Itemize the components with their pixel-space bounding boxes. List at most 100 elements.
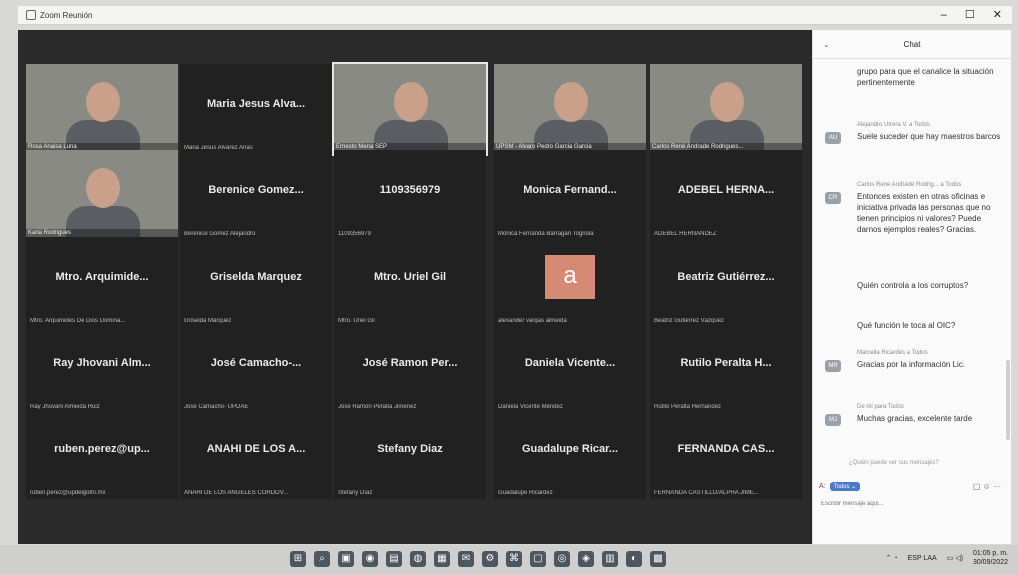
chat-sender: Alejandro Utrera V. a Todos xyxy=(857,122,931,128)
taskbar-app-icon[interactable]: ⚙ xyxy=(482,551,498,567)
recipient-dropdown[interactable]: Todos ⌄ xyxy=(829,482,861,491)
taskbar-app-icon[interactable]: ◐ xyxy=(626,551,642,567)
chat-message: Carlos Rene Andrade Rodrig... a Todos CR E… xyxy=(819,180,1003,235)
minimize-button[interactable]: – xyxy=(941,6,947,24)
participant-display-name: Mtro. Uriel Gil xyxy=(373,271,447,283)
participant-tile[interactable]: Beatriz Gutiérrez... Beatriz Gutiérrez Vá… xyxy=(650,237,802,327)
clock[interactable]: 01:05 p. m. 30/09/2022 xyxy=(973,549,1008,567)
participant-display-name: ADEBEL HERNA... xyxy=(677,184,775,196)
network-icon[interactable]: ⌃ ◔ xyxy=(886,554,898,562)
participant-display-name: FERNANDA CAS... xyxy=(677,443,775,455)
chat-message-text: Suele suceder que hay maestros barcos xyxy=(857,132,1001,141)
participant-tile[interactable]: Ray Jhovani Alm... Ray Jhovani Almeida Ru… xyxy=(26,323,178,413)
participant-display-name: Monica Fernand... xyxy=(523,184,617,196)
taskbar-app-icon[interactable]: ▦ xyxy=(434,551,450,567)
participant-display-name: Maria Jesus Alva... xyxy=(206,98,306,110)
language-indicator[interactable]: ESP LAA xyxy=(908,555,937,562)
taskbar-app-icon[interactable]: ◍ xyxy=(410,551,426,567)
participant-name-label: Stefany Díaz xyxy=(338,490,373,496)
taskbar-app-icon[interactable]: ▤ xyxy=(386,551,402,567)
participant-tile[interactable]: ruben.perez@up... ruben.perez@updelgolfo.… xyxy=(26,409,178,499)
maximize-button[interactable]: ☐ xyxy=(965,6,975,24)
chat-sender-avatar: MJ xyxy=(825,414,841,426)
participant-tile[interactable]: ANAHI DE LOS A... ANAHI DE LOS ANGELES CO… xyxy=(180,409,332,499)
participant-tile[interactable]: Daniela Vicente... Daniela Vicente Méndez xyxy=(494,323,646,413)
system-tray: ⌃ ◔ ESP LAA ▭ ◁) 01:05 p. m. 30/09/2022 xyxy=(886,549,1008,567)
participant-tile[interactable]: Rutilo Peralta H... Rutilo Peralta Hernán… xyxy=(650,323,802,413)
chat-message-text: Qué función le toca al OIC? xyxy=(857,321,956,330)
participant-display-name: Berenice Gomez... xyxy=(208,184,304,196)
taskbar-app-icon[interactable]: ▥ xyxy=(602,551,618,567)
taskbar-apps: ⊞ ⌕ ▣ ◉ ▤ ◍ ▦ ✉ ⚙ ⌘ ▢ ◎ ◈ ▥ ◐ ▩ xyxy=(290,551,666,567)
participant-tile[interactable]: Rosa Anaisa Luna xyxy=(26,64,178,154)
participant-tile[interactable]: Mtro. Uriel Gil Mtro. Uriel Gil xyxy=(334,237,486,327)
participant-tile[interactable]: UPSM - Alvaro Pedro Garcia Garcia xyxy=(494,64,646,154)
chat-sender: De mi para Todos xyxy=(857,404,904,410)
chat-message-text: Gracias por la información Lic. xyxy=(857,360,966,369)
participant-name-label: ruben.perez@updelgolfo.mx xyxy=(30,490,106,496)
taskbar-app-icon[interactable]: ⊞ xyxy=(290,551,306,567)
participant-display-name: José Camacho-... xyxy=(210,357,302,369)
participant-display-name: Beatriz Gutiérrez... xyxy=(677,271,775,283)
participant-tile[interactable]: Griselda Marquez Griselda Márquez xyxy=(180,237,332,327)
participant-name-label: FERNANDA CASTILLO/ALPHA JIMÉ... xyxy=(654,490,759,496)
taskbar-app-icon[interactable]: ▣ xyxy=(338,551,354,567)
participant-tile[interactable]: Ernesto Mena SEP xyxy=(332,62,488,156)
taskbar-app-icon[interactable]: ✉ xyxy=(458,551,474,567)
participant-display-name: ANAHI DE LOS A... xyxy=(206,443,306,455)
participant-tile[interactable]: a alexander vargas almeida xyxy=(494,237,646,327)
taskbar-app-icon[interactable]: ◎ xyxy=(554,551,570,567)
participant-display-name: Griselda Marquez xyxy=(210,271,302,283)
taskbar-app-icon[interactable]: ⌘ xyxy=(506,551,522,567)
chat-sender: Marcella Ricardes a Todos xyxy=(857,350,928,356)
participant-tile[interactable]: Berenice Gomez... Berenice Gomez Alejandr… xyxy=(180,150,332,240)
chevron-down-icon[interactable]: ⌄ xyxy=(823,30,830,60)
participant-tile[interactable]: Stefany Diaz Stefany Díaz xyxy=(334,409,486,499)
participant-video xyxy=(86,82,120,122)
participant-tile[interactable]: Monica Fernand... Monica Fernanda Barraga… xyxy=(494,150,646,240)
participant-tile[interactable]: Maria Jesus Alva... Maria Jesus Alvarez A… xyxy=(180,64,332,154)
participant-display-name: Mtro. Arquimide... xyxy=(55,271,149,283)
participant-tile[interactable]: 1109356979 1109356979 xyxy=(334,150,486,240)
participant-name-label: ANAHI DE LOS ANGELES CORDOV... xyxy=(184,490,289,496)
taskbar-app-icon[interactable]: ⌕ xyxy=(314,551,330,567)
participant-tile[interactable]: José Ramon Per... José Ramón Peralta Jimé… xyxy=(334,323,486,413)
volume-icon[interactable]: ▭ ◁) xyxy=(947,554,963,562)
clock-time: 01:05 p. m. xyxy=(972,550,1008,557)
taskbar-app-icon[interactable]: ▢ xyxy=(530,551,546,567)
close-button[interactable]: ✕ xyxy=(993,6,1002,24)
chat-scrollbar[interactable] xyxy=(1006,360,1010,440)
participant-display-name: Rutilo Peralta H... xyxy=(680,357,772,369)
chat-sender-avatar: MR xyxy=(825,360,841,372)
chat-to-label: A: xyxy=(819,483,826,490)
chat-message: Alejandro Utrera V. a Todos AU Suele suced… xyxy=(819,120,1003,144)
participant-tile[interactable]: José Camacho-... José Camacho- UPDAE xyxy=(180,323,332,413)
chat-message: Qué función le toca al OIC? xyxy=(819,320,1003,331)
participant-video xyxy=(710,82,744,122)
chat-visibility-hint[interactable]: ¿Quién puede ver sus mensajes? xyxy=(849,460,939,466)
participant-display-name: Stefany Diaz xyxy=(377,443,443,455)
chat-tools-icons[interactable]: ▢ ☺ ··· xyxy=(973,482,1001,491)
taskbar-app-icon[interactable]: ◈ xyxy=(578,551,594,567)
chat-title: Chat xyxy=(903,40,921,49)
chat-message-text: Entonces existen en otras oficinas e ini… xyxy=(857,192,991,234)
taskbar-app-icon[interactable]: ▩ xyxy=(650,551,666,567)
participant-display-name: ruben.perez@up... xyxy=(54,443,150,455)
chat-message: Quién controla a los corruptos? xyxy=(819,280,1003,291)
chat-message: De mi para Todos MJ Muchas gracias, excele… xyxy=(819,402,1003,426)
window-title: Zoom Reunión xyxy=(40,10,93,20)
participant-display-name: Ray Jhovani Alm... xyxy=(53,357,151,369)
participant-video xyxy=(86,168,120,208)
participant-tile[interactable]: Guadalupe Ricar... Guadalupe Ricardez xyxy=(494,409,646,499)
participant-tile[interactable]: Karla Rodrigues xyxy=(26,150,178,240)
participant-tile[interactable]: Carlos René Andrade Rodrigues... xyxy=(650,64,802,154)
taskbar-app-icon[interactable]: ◉ xyxy=(362,551,378,567)
participant-tile[interactable]: ADEBEL HERNA... ADEBEL HERNANDEZ xyxy=(650,150,802,240)
participant-tile[interactable]: FERNANDA CAS... FERNANDA CASTILLO/ALPHA J… xyxy=(650,409,802,499)
chat-header: ⌄ Chat xyxy=(813,30,1011,59)
windows-taskbar: ⊞ ⌕ ▣ ◉ ▤ ◍ ▦ ✉ ⚙ ⌘ ▢ ◎ ◈ ▥ ◐ ▩ ⌃ ◔ ESP LAA ▭ ◁) 01:05 … xyxy=(0,545,1018,575)
chat-message-input[interactable] xyxy=(819,500,1003,508)
participant-display-name: Guadalupe Ricar... xyxy=(522,443,618,455)
chat-sender-avatar: CR xyxy=(825,192,841,204)
participant-tile[interactable]: Mtro. Arquimide... Mtro. Arquimides De Di… xyxy=(26,237,178,327)
